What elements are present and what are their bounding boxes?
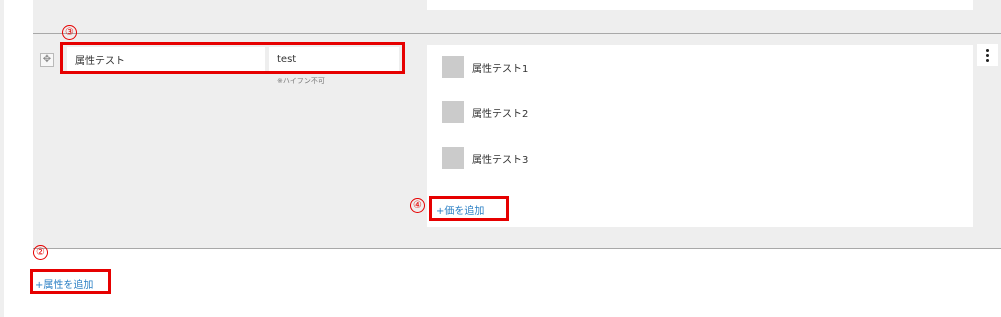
row-divider bbox=[33, 248, 1001, 249]
value-item[interactable]: 属性テスト2 bbox=[442, 101, 528, 123]
left-rail bbox=[0, 0, 4, 317]
value-item[interactable]: 属性テスト3 bbox=[442, 147, 528, 169]
add-value-link[interactable]: +価を追加 bbox=[436, 202, 484, 217]
attribute-key-input[interactable] bbox=[269, 47, 399, 71]
previous-values-card bbox=[427, 0, 973, 10]
add-attribute-link[interactable]: +属性を追加 bbox=[35, 276, 93, 291]
annotation-marker: ③ bbox=[62, 25, 77, 40]
value-label: 属性テスト1 bbox=[472, 63, 529, 75]
annotation-marker: ④ bbox=[410, 198, 425, 213]
value-item[interactable]: 属性テスト1 bbox=[442, 56, 528, 78]
value-label: 属性テスト2 bbox=[472, 108, 529, 120]
attribute-name-input[interactable] bbox=[67, 47, 265, 71]
value-thumbnail[interactable] bbox=[442, 101, 464, 123]
key-note: ※ハイフン不可 bbox=[277, 77, 325, 85]
value-thumbnail[interactable] bbox=[442, 56, 464, 78]
more-menu-icon[interactable] bbox=[977, 44, 998, 66]
annotation-marker: ② bbox=[33, 245, 48, 260]
value-label: 属性テスト3 bbox=[472, 154, 529, 166]
value-thumbnail[interactable] bbox=[442, 147, 464, 169]
move-icon[interactable]: ✥ bbox=[40, 53, 54, 67]
